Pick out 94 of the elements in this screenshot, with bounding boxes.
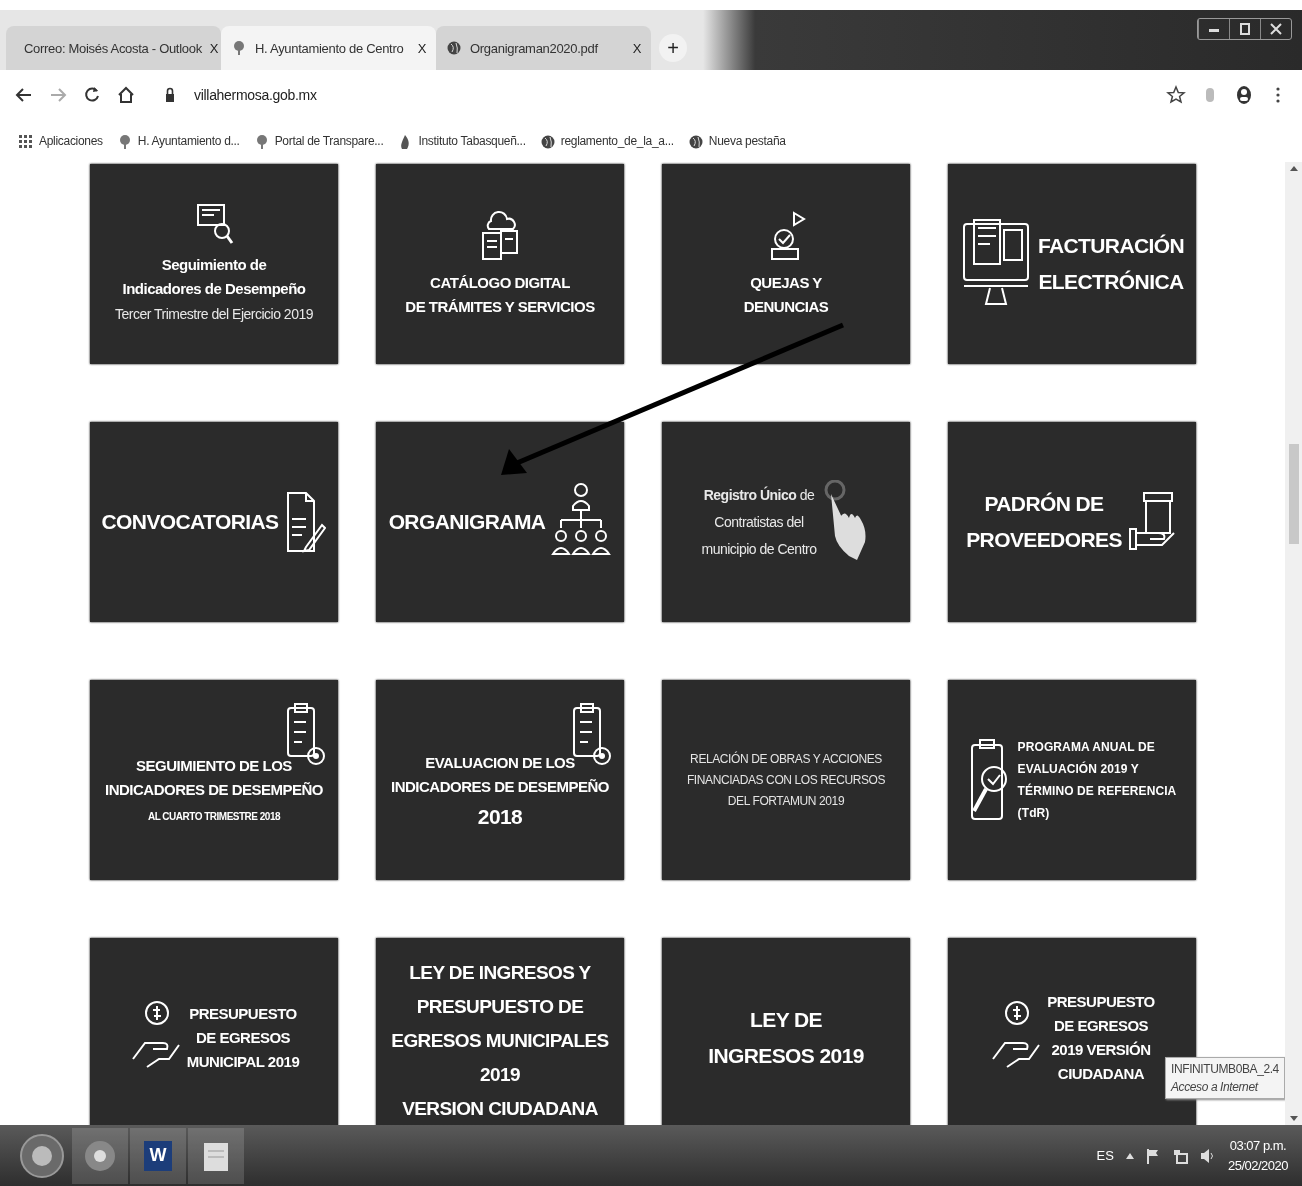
bookmark-link[interactable]: Nueva pestaña xyxy=(708,134,786,148)
menu-tile[interactable]: Seguimiento de Indicadores de Desempeño Tercer Trimestre del Ejercicio 2019 xyxy=(90,164,338,364)
tree-icon xyxy=(231,40,247,56)
address-field[interactable]: villahermosa.gob.mx xyxy=(194,87,317,103)
tile-text: Registro Único de xyxy=(703,485,815,505)
tile-text: Tercer Trimestre del Ejercicio 2019 xyxy=(115,304,313,324)
browser-tab[interactable]: H. Ayuntamiento de Centro X xyxy=(221,26,436,70)
close-tab-button[interactable]: X xyxy=(209,40,219,56)
tile-text: municipio de Centro xyxy=(701,539,817,559)
tile-text: PADRÓN DE xyxy=(984,491,1104,517)
tile-text: INDICADORES DE DESEMPEÑO xyxy=(390,777,609,797)
globe-icon xyxy=(539,133,555,149)
menu-tile[interactable]: RELACIÓN DE OBRAS Y ACCIONES FINANCIADAS CON LOS RECURSOS DEL FORTAMUN 2019 xyxy=(662,680,910,880)
tile-text: PRESUPUESTO xyxy=(1047,992,1155,1012)
close-icon[interactable] xyxy=(1268,21,1284,37)
clock-date[interactable]: 25/02/2020 xyxy=(1227,1155,1288,1176)
tile-text: SEGUIMIENTO DE LOS xyxy=(136,756,292,776)
tile-text: CATÁLOGO DIGITAL xyxy=(430,273,570,293)
star-icon[interactable] xyxy=(1166,85,1186,105)
menu-tile[interactable]: CATÁLOGO DIGITAL DE TRÁMITES Y SERVICIOS xyxy=(376,164,624,364)
tile-text: DE TRÁMITES Y SERVICIOS xyxy=(405,297,595,317)
menu-tile[interactable]: CONVOCATORIAS xyxy=(90,422,338,622)
document-pen-icon xyxy=(284,489,327,555)
tile-text: PROGRAMA ANUAL DE xyxy=(1017,739,1156,756)
menu-tile[interactable]: ORGANIGRAMA xyxy=(376,422,624,622)
close-tab-button[interactable]: X xyxy=(417,40,426,56)
menu-tile[interactable]: FACTURACIÓN ELECTRÓNICA xyxy=(948,164,1196,364)
tile-text: CIUDADANA xyxy=(1057,1064,1145,1084)
word-app-button[interactable]: W xyxy=(144,1140,172,1171)
browser-tab[interactable]: Correo: Moisés Acosta - Outlook X xyxy=(6,26,221,70)
tile-text: PROVEEDORES xyxy=(966,527,1122,553)
bookmark-link[interactable]: Instituto Tabasqueñ... xyxy=(418,134,526,148)
home-icon[interactable] xyxy=(116,85,136,105)
restore-icon[interactable] xyxy=(1237,21,1253,37)
tile-text: Seguimiento de xyxy=(161,254,267,275)
bookmark-link[interactable]: Portal de Transpare... xyxy=(274,134,384,148)
start-orb-icon[interactable] xyxy=(19,1132,65,1179)
tile-text: EGRESOS MUNICIPALES xyxy=(391,1029,609,1053)
tile-text: CONVOCATORIAS xyxy=(101,509,279,535)
tile-text: LEY DE INGRESOS Y xyxy=(409,961,591,985)
tile-text: 2018 xyxy=(477,804,523,830)
browser-tab[interactable]: Organigraman2020.pdf X xyxy=(436,26,651,70)
tile-text: Contratistas del xyxy=(714,512,804,532)
menu-tile[interactable]: LEY DE INGRESOS Y PRESUPUESTO DE EGRESOS MUNICIPALES 2019 VERSION CIUDADANA xyxy=(376,938,624,1125)
tile-text: (TdR) xyxy=(1017,805,1051,822)
tile-text: 2019 xyxy=(480,1063,520,1087)
tile-text: INDICADORES DE DESEMPEÑO xyxy=(104,780,323,800)
tile-text: DE EGRESOS xyxy=(1053,1016,1149,1036)
bookmark-link[interactable]: reglamento_de_la_a... xyxy=(560,134,674,148)
flag-icon[interactable] xyxy=(1145,1147,1160,1164)
tile-text: QUEJAS Y xyxy=(750,273,822,293)
tile-text: DEL FORTAMUN 2019 xyxy=(727,792,845,810)
tile-text: LEY DE xyxy=(750,1007,822,1033)
menu-tile[interactable]: Registro Único de Contratistas del municipio de Centro xyxy=(662,422,910,622)
tile-text: Indicadores de Desempeño xyxy=(122,278,306,299)
tile-text: ELECTRÓNICA xyxy=(1038,269,1184,295)
tile-text: EVALUACIÓN 2019 Y xyxy=(1017,760,1140,778)
bookmark-link[interactable]: Aplicaciones xyxy=(39,134,103,148)
tile-text: VERSION CIUDADANA xyxy=(402,1097,598,1121)
profile-icon[interactable] xyxy=(1234,85,1254,105)
tile-text: TÉRMINO DE REFERENCIA xyxy=(1017,782,1177,800)
tile-text: PRESUPUESTO DE xyxy=(416,995,584,1019)
language-indicator[interactable]: ES xyxy=(1096,1148,1114,1163)
tile-text: FINANCIADAS CON LOS RECURSOS xyxy=(686,771,886,789)
close-tab-button[interactable]: X xyxy=(632,40,641,56)
volume-icon[interactable] xyxy=(1199,1147,1216,1164)
tile-text: AL CUARTO TRIMESTRE 2018 xyxy=(147,810,281,824)
tile-text: INGRESOS 2019 xyxy=(708,1043,864,1069)
tile-text: MUNICIPAL 2019 xyxy=(186,1052,300,1072)
apps-icon xyxy=(18,133,33,149)
menu-tile[interactable]: SEGUIMIENTO DE LOS INDICADORES DE DESEMPEÑO AL CUARTO TRIMESTRE 2018 xyxy=(90,680,338,880)
tile-text: PRESUPUESTO xyxy=(189,1004,297,1024)
scrollbar[interactable] xyxy=(1285,162,1302,1125)
menu-tile[interactable]: EVALUACION DE LOS INDICADORES DE DESEMPEÑO 2018 xyxy=(376,680,624,880)
menu-tile[interactable]: LEY DE INGRESOS 2019 xyxy=(662,938,910,1125)
tile-text: RELACIÓN DE OBRAS Y ACCIONES xyxy=(690,750,882,768)
tile-text: ORGANIGRAMA xyxy=(388,509,546,535)
reload-icon[interactable] xyxy=(82,85,102,105)
menu-tile[interactable]: PADRÓN DE PROVEEDORES xyxy=(948,422,1196,622)
tile-text: DENUNCIAS xyxy=(743,297,829,317)
caret-up-icon[interactable] xyxy=(1125,1152,1134,1159)
tile-text: 2019 VERSIÓN xyxy=(1051,1040,1151,1060)
tile-text: EVALUACION DE LOS xyxy=(425,753,575,773)
clock-time[interactable]: 03:07 p.m. xyxy=(1229,1135,1287,1156)
bookmark-link[interactable]: H. Ayuntamiento d... xyxy=(137,134,240,148)
globe-icon xyxy=(687,133,703,149)
menu-tile[interactable]: PRESUPUESTO DE EGRESOS MUNICIPAL 2019 xyxy=(90,938,338,1125)
globe-icon xyxy=(446,40,462,56)
menu-tile[interactable]: QUEJAS Y DENUNCIAS xyxy=(662,164,910,364)
menu-tile[interactable]: PROGRAMA ANUAL DE EVALUACIÓN 2019 Y TÉRMINO DE REFERENCIA (TdR) xyxy=(948,680,1196,880)
new-tab-button[interactable]: + xyxy=(659,34,687,62)
tile-text: DE EGRESOS xyxy=(195,1028,291,1048)
network-icon[interactable] xyxy=(1171,1147,1188,1164)
tile-text: FACTURACIÓN xyxy=(1037,233,1185,259)
